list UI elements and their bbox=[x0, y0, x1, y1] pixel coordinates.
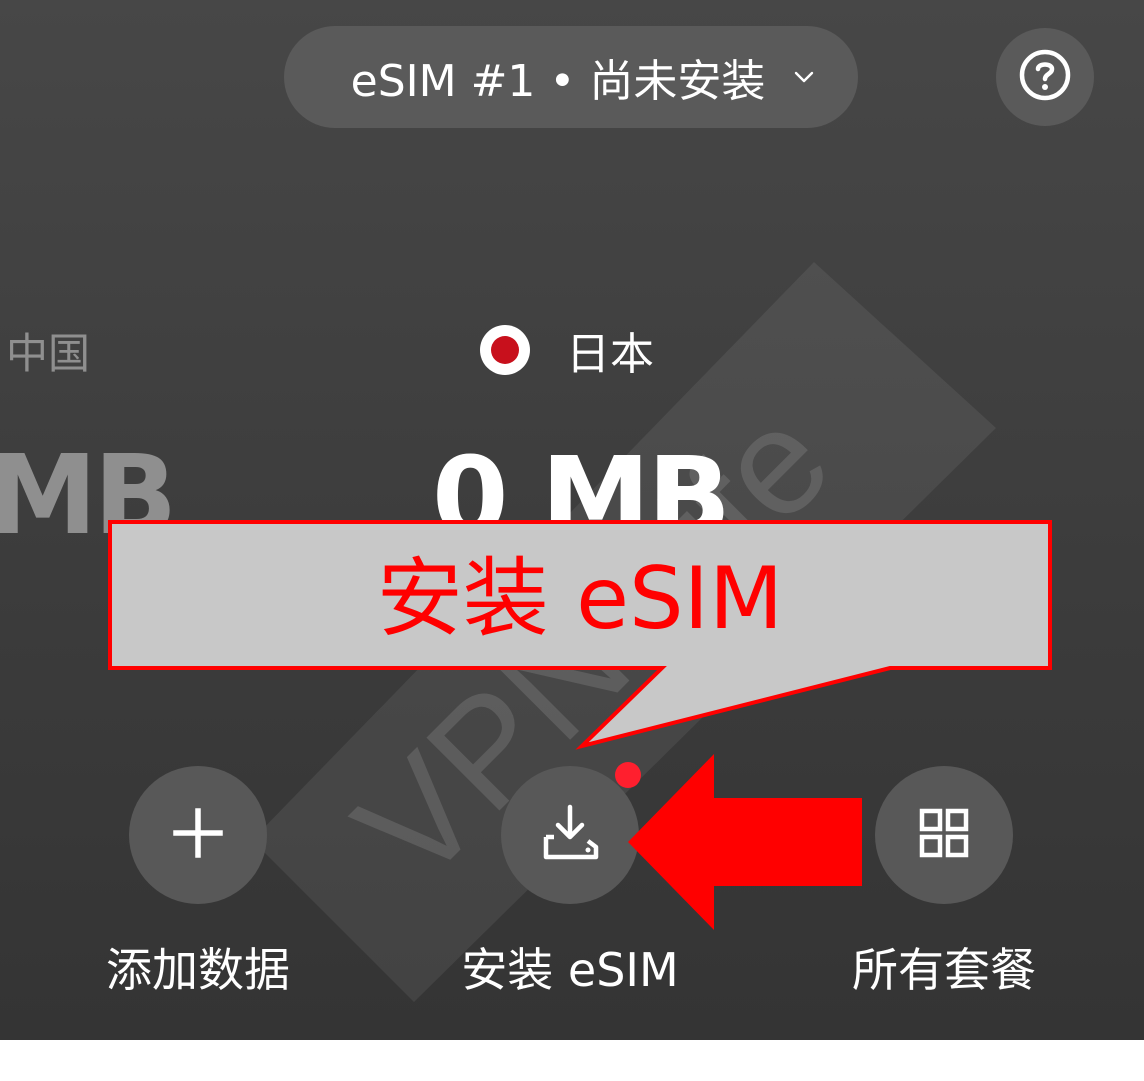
all-plans-label: 所有套餐 bbox=[852, 943, 1036, 997]
country-current: 日本 bbox=[480, 318, 654, 382]
install-esim-action: 安装 eSIM bbox=[420, 762, 720, 1000]
plus-icon bbox=[170, 805, 226, 865]
question-circle-icon bbox=[1018, 48, 1072, 106]
chevron-down-icon bbox=[793, 66, 815, 88]
esim-selector-dropdown[interactable]: eSIM #1 • 尚未安装 bbox=[284, 26, 858, 128]
country-name-current: 日本 bbox=[566, 329, 654, 380]
add-data-button[interactable] bbox=[129, 766, 267, 904]
download-icon bbox=[538, 801, 602, 869]
esim-selector-label: eSIM #1 • 尚未安装 bbox=[350, 56, 766, 107]
esim-screen: VPN Life eSIM #1 • 尚未安装 中国 MB 日本 0 MB 安装… bbox=[0, 0, 1144, 1040]
notification-dot bbox=[615, 762, 641, 788]
help-button[interactable] bbox=[996, 28, 1094, 126]
all-plans-button[interactable] bbox=[875, 766, 1013, 904]
callout-text: 安装 eSIM bbox=[376, 548, 784, 649]
install-esim-button[interactable] bbox=[501, 762, 641, 904]
country-name-prev[interactable]: 中国 bbox=[6, 320, 90, 381]
add-data-label: 添加数据 bbox=[106, 943, 290, 997]
add-data-action: 添加数据 bbox=[48, 766, 348, 1000]
all-plans-action: 所有套餐 bbox=[794, 766, 1094, 1000]
grid-icon bbox=[916, 805, 972, 865]
install-esim-label: 安装 eSIM bbox=[461, 943, 679, 997]
japan-flag-icon bbox=[480, 325, 530, 375]
